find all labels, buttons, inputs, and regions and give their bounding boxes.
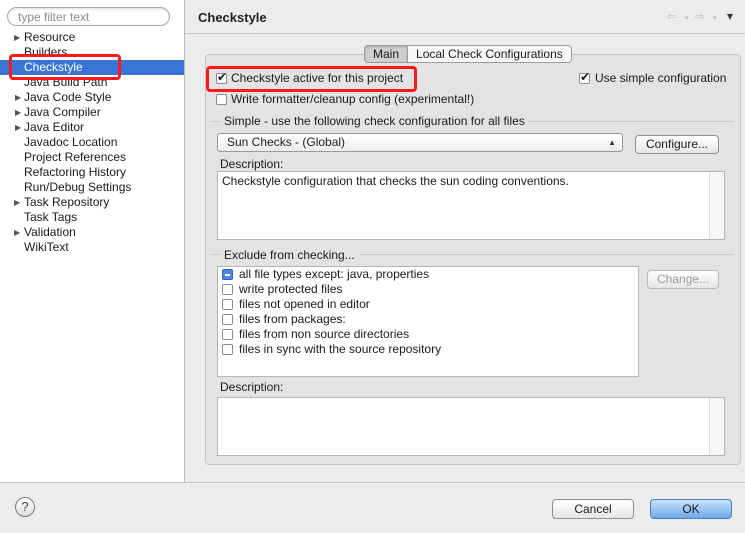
- tree-item-label: Run/Debug Settings: [24, 180, 132, 194]
- checkstyle-active-checkbox[interactable]: [216, 70, 227, 84]
- filter-label: files from non source directories: [239, 327, 410, 341]
- filter-label: all file types except: java, properties: [239, 267, 430, 281]
- tree-item-resource[interactable]: ▶ Resource: [0, 30, 184, 45]
- filter-description-textbox[interactable]: [217, 397, 725, 456]
- filter-checkbox[interactable]: [222, 299, 233, 310]
- cancel-button[interactable]: Cancel: [552, 499, 634, 519]
- tree-item-label: Builders: [24, 45, 68, 59]
- tree-item-builders[interactable]: Builders: [0, 45, 184, 60]
- tree-item-java-build-path[interactable]: Java Build Path: [0, 75, 184, 90]
- tree-item-refactoring-history[interactable]: Refactoring History: [0, 165, 184, 180]
- expand-triangle-icon[interactable]: ▶: [14, 225, 20, 240]
- checkstyle-active-label[interactable]: Checkstyle active for this project: [231, 71, 403, 85]
- change-button[interactable]: Change...: [647, 270, 719, 289]
- tree-item-label: Project References: [24, 150, 127, 164]
- description-textbox[interactable]: Checkstyle configuration that checks the…: [217, 171, 725, 240]
- exclude-section-label: Exclude from checking...: [220, 248, 359, 262]
- check-config-select[interactable]: Sun Checks - (Global) ▲: [217, 133, 623, 152]
- formatter-config-checkbox[interactable]: [216, 94, 227, 105]
- description-text: Checkstyle configuration that checks the…: [222, 174, 569, 188]
- view-menu-icon[interactable]: ▾: [727, 9, 733, 23]
- tree-item-label: WikiText: [24, 240, 69, 254]
- expand-triangle-icon[interactable]: ▶: [15, 105, 21, 120]
- page-title: Checkstyle: [198, 10, 267, 25]
- expand-triangle-icon[interactable]: ▶: [15, 90, 21, 105]
- simple-config-label[interactable]: Use simple configuration: [595, 71, 726, 85]
- forward-arrow-icon[interactable]: ⇨: [695, 10, 704, 23]
- tab-main[interactable]: Main: [364, 45, 409, 63]
- tree-item-label: Javadoc Location: [24, 135, 118, 149]
- check-config-value: Sun Checks - (Global): [227, 135, 346, 149]
- footer-divider: [0, 482, 745, 483]
- tree-item-label: Java Editor: [24, 120, 85, 134]
- tree-item-task-tags[interactable]: Task Tags: [0, 210, 184, 225]
- filter-label: files not opened in editor: [239, 297, 370, 311]
- simple-section-label: Simple - use the following check configu…: [220, 114, 529, 128]
- ok-button[interactable]: OK: [650, 499, 732, 519]
- tree-item-label: Java Code Style: [24, 90, 112, 104]
- description-label: Description:: [220, 157, 284, 171]
- tree-item-java-code-style[interactable]: ▶ Java Code Style: [0, 90, 184, 105]
- tree-item-wikitext[interactable]: WikiText: [0, 240, 184, 255]
- tree-item-label: Task Tags: [24, 210, 78, 224]
- filter-label: write protected files: [239, 282, 343, 296]
- tab-local-check-configurations[interactable]: Local Check Configurations: [408, 45, 572, 63]
- tree-item-project-references[interactable]: Project References: [0, 150, 184, 165]
- header-divider: [185, 33, 745, 34]
- tree-item-label: Java Build Path: [24, 75, 108, 89]
- filter-checkbox[interactable]: [222, 284, 233, 295]
- filter-checkbox[interactable]: [222, 269, 233, 280]
- chevron-down-icon[interactable]: ▾: [685, 14, 689, 22]
- chevron-down-icon[interactable]: ▾: [713, 14, 717, 22]
- filter-checkbox[interactable]: [222, 329, 233, 340]
- exclude-filter-list[interactable]: all file types except: java, properties …: [217, 266, 639, 377]
- filter-input[interactable]: [7, 7, 170, 26]
- tree-item-label: Checkstyle: [24, 60, 83, 74]
- tree-item-label: Refactoring History: [24, 165, 127, 179]
- tree-item-label: Validation: [24, 225, 76, 239]
- filter-label: files in sync with the source repository: [239, 342, 442, 356]
- simple-config-checkbox[interactable]: [579, 70, 590, 84]
- back-arrow-icon[interactable]: ⇦: [667, 10, 676, 23]
- tree-item-task-repository[interactable]: ▶ Task Repository: [0, 195, 184, 210]
- tree-item-validation[interactable]: ▶ Validation: [0, 225, 184, 240]
- help-icon[interactable]: ?: [15, 497, 35, 517]
- tab-bar: Main Local Check Configurations: [364, 45, 572, 63]
- tree-item-java-editor[interactable]: ▶ Java Editor: [0, 120, 184, 135]
- expand-triangle-icon[interactable]: ▶: [14, 195, 20, 210]
- tree-item-label: Resource: [24, 30, 76, 44]
- filter-description-label: Description:: [220, 380, 284, 394]
- expand-triangle-icon[interactable]: ▶: [15, 120, 21, 135]
- select-arrows-icon: ▲: [608, 138, 616, 147]
- tree-item-checkstyle[interactable]: Checkstyle: [0, 60, 184, 75]
- expand-triangle-icon[interactable]: ▶: [14, 30, 20, 45]
- tree-item-label: Java Compiler: [24, 105, 101, 119]
- scrollbar[interactable]: [709, 172, 724, 239]
- tree-item-label: Task Repository: [24, 195, 110, 209]
- formatter-config-label[interactable]: Write formatter/cleanup config (experime…: [231, 92, 474, 106]
- configure-button[interactable]: Configure...: [635, 135, 719, 154]
- filter-checkbox[interactable]: [222, 344, 233, 355]
- filter-label: files from packages:: [239, 312, 346, 326]
- tree-item-javadoc-location[interactable]: Javadoc Location: [0, 135, 184, 150]
- tree-item-java-compiler[interactable]: ▶ Java Compiler: [0, 105, 184, 120]
- filter-checkbox[interactable]: [222, 314, 233, 325]
- scrollbar[interactable]: [709, 398, 724, 455]
- tree-item-run-debug-settings[interactable]: Run/Debug Settings: [0, 180, 184, 195]
- property-page-tree-panel: ▶ Resource Builders Checkstyle Java Buil…: [0, 0, 185, 482]
